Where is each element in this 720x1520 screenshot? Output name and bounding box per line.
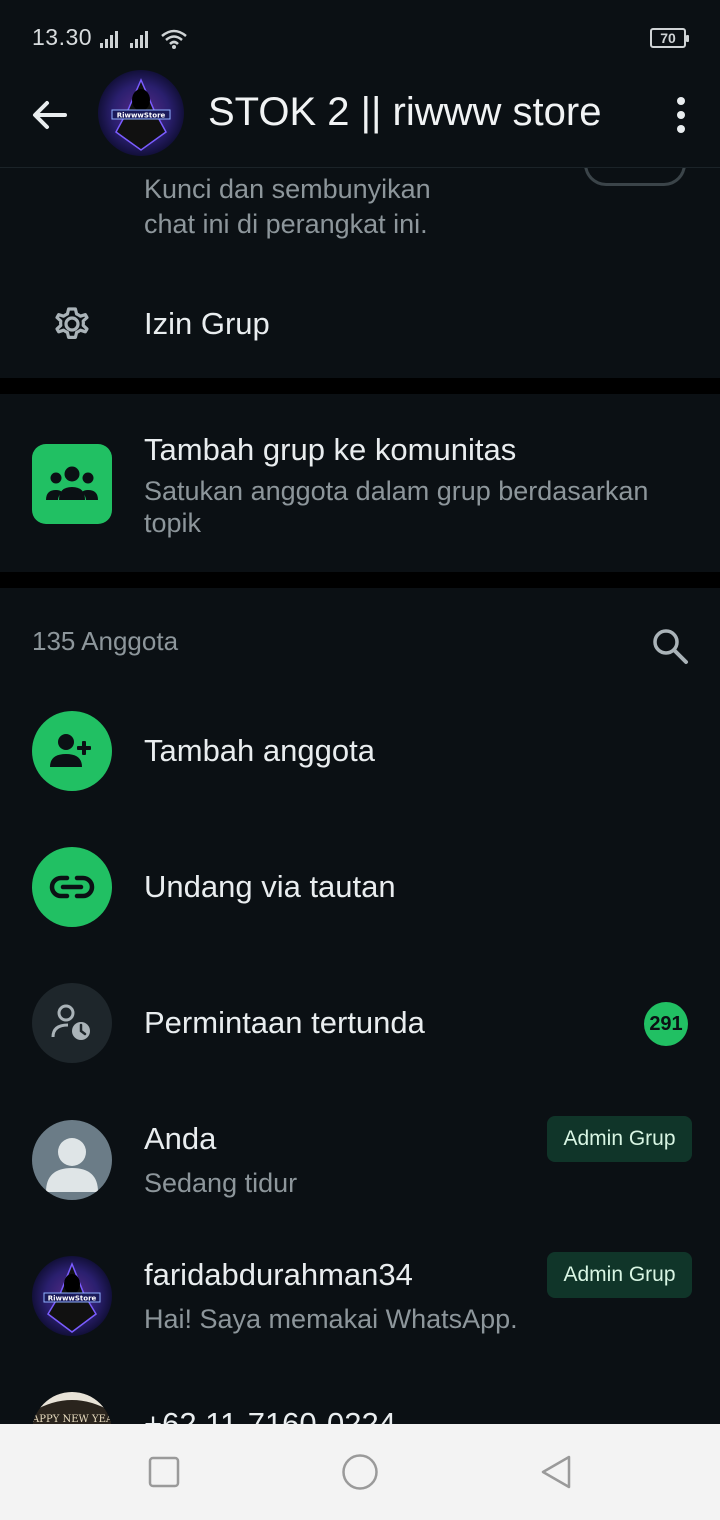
svg-text:HAPPY NEW YEAR: HAPPY NEW YEAR <box>32 1414 112 1424</box>
more-dot-icon <box>677 97 685 105</box>
more-dot-icon <box>677 125 685 133</box>
member-avatar[interactable] <box>32 1120 112 1200</box>
recents-button[interactable] <box>144 1452 184 1492</box>
signal-icon <box>100 30 120 48</box>
member-name[interactable]: faridabdurahman34 <box>144 1257 413 1293</box>
member-name[interactable]: +62 11-7160-0224 <box>144 1406 396 1424</box>
group-logo-image: RiwwwStore <box>98 70 184 156</box>
member-avatar[interactable]: HAPPY NEW YEAR <box>32 1392 112 1424</box>
member-logo-image: RiwwwStore <box>32 1256 112 1336</box>
home-button[interactable] <box>340 1452 380 1492</box>
link-icon <box>49 875 95 899</box>
member-status: Hai! Saya memakai WhatsApp. <box>144 1304 518 1334</box>
circle-icon <box>342 1454 378 1490</box>
group-title[interactable]: STOK 2 || riwww store <box>208 90 601 135</box>
community-icon <box>46 466 98 500</box>
chat-lock-description: Kunci dan sembunyikan chat ini di perang… <box>144 174 431 239</box>
back-nav-button[interactable] <box>536 1452 576 1492</box>
members-count: 135 Anggota <box>32 626 179 656</box>
svg-text:RiwwwStore: RiwwwStore <box>48 1295 97 1303</box>
add-to-community-subtitle: Satukan anggota dalam grup berdasarkan t… <box>144 476 649 538</box>
pending-requests-label[interactable]: Permintaan tertunda <box>144 1005 425 1041</box>
more-dot-icon <box>677 111 685 119</box>
pending-requests-button[interactable] <box>32 983 112 1063</box>
community-button[interactable] <box>32 444 112 524</box>
more-options-button[interactable] <box>666 90 696 140</box>
add-to-community-title[interactable]: Tambah grup ke komunitas <box>144 432 516 468</box>
pending-person-icon <box>51 1004 90 1040</box>
invite-link-button[interactable] <box>32 847 112 927</box>
search-icon <box>653 629 688 664</box>
section-divider <box>0 378 720 394</box>
member-status: Sedang tidur <box>144 1168 298 1198</box>
member-name[interactable]: Anda <box>144 1121 216 1157</box>
triangle-back-icon <box>541 1455 571 1489</box>
member-avatar[interactable]: RiwwwStore <box>32 1256 112 1336</box>
search-members-button[interactable] <box>650 626 690 666</box>
status-time: 13.30 <box>32 24 93 50</box>
group-permissions-label[interactable]: Izin Grup <box>144 306 270 342</box>
invite-link-label[interactable]: Undang via tautan <box>144 869 396 905</box>
member-photo-image: HAPPY NEW YEAR <box>32 1392 112 1424</box>
signal-icon-2 <box>130 30 150 48</box>
admin-badge: Admin Grup <box>547 1116 692 1162</box>
arrow-back-icon <box>33 101 67 129</box>
add-member-label[interactable]: Tambah anggota <box>144 733 375 769</box>
battery-indicator: 70 <box>650 28 689 48</box>
svg-text:RiwwwStore: RiwwwStore <box>117 112 166 120</box>
settings-icon <box>32 284 112 364</box>
back-button[interactable] <box>24 90 74 140</box>
group-avatar[interactable]: RiwwwStore <box>98 70 184 156</box>
add-person-icon <box>50 734 91 767</box>
wifi-icon <box>161 29 187 49</box>
square-icon <box>148 1456 180 1488</box>
app-bar: RiwwwStore STOK 2 || riwww store <box>0 64 720 168</box>
default-avatar-icon <box>46 1138 98 1192</box>
add-member-button[interactable] <box>32 711 112 791</box>
pending-count-badge: 291 <box>644 1002 688 1046</box>
system-nav-bar <box>0 1424 720 1520</box>
section-divider <box>0 572 720 588</box>
member-row-partial[interactable]: HAPPY NEW YEAR +62 11-7160-0224 <box>0 1380 720 1424</box>
admin-badge: Admin Grup <box>547 1252 692 1298</box>
